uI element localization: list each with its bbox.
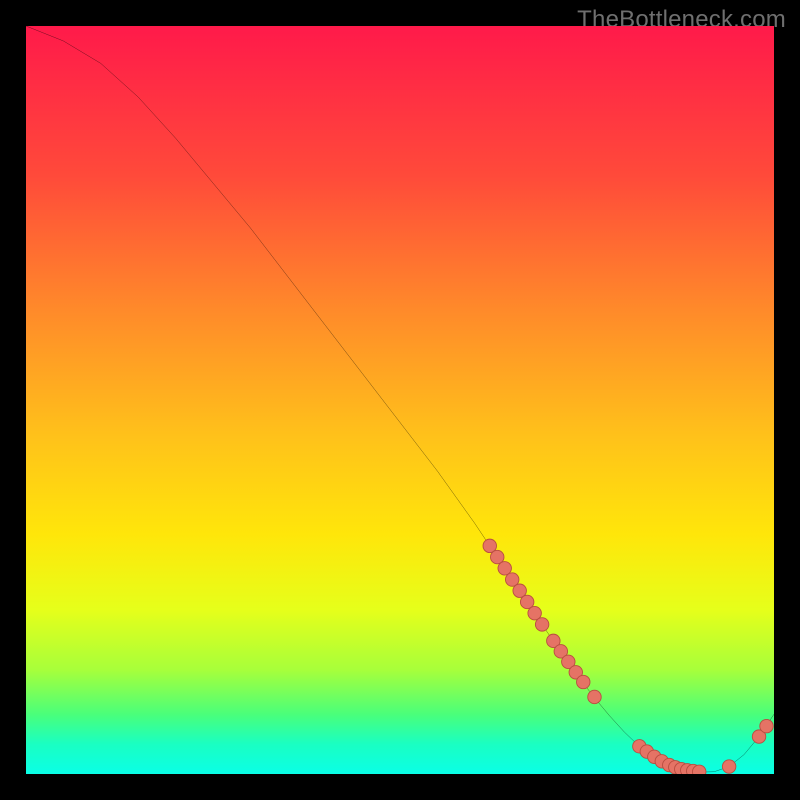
curve-marker: [577, 675, 590, 688]
curve-layer: [26, 26, 774, 774]
plot-area: [26, 26, 774, 774]
bottleneck-curve: [26, 26, 774, 772]
curve-marker: [692, 765, 705, 774]
curve-marker: [722, 760, 735, 773]
curve-markers: [483, 539, 773, 774]
curve-marker: [588, 690, 601, 703]
curve-marker: [535, 618, 548, 631]
chart-frame: TheBottleneck.com: [0, 0, 800, 800]
curve-marker: [760, 719, 773, 732]
